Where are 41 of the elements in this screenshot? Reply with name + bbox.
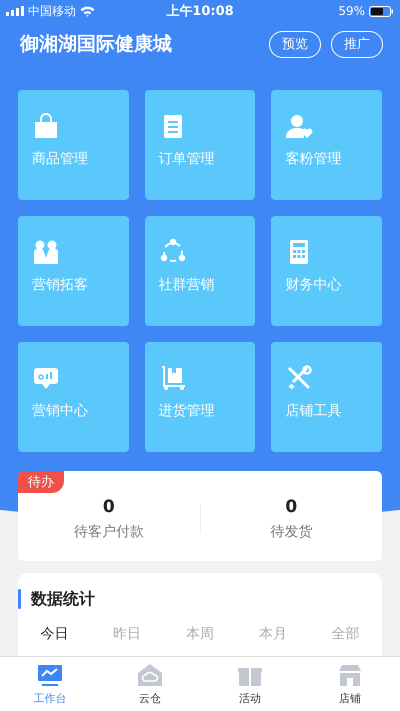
status-time: 上午10:08: [166, 3, 234, 20]
period-tab[interactable]: 今日: [40, 625, 68, 643]
menu-tile[interactable]: 客粉管理: [271, 90, 382, 200]
cloud-icon: [137, 662, 163, 686]
header-button[interactable]: 预览: [269, 30, 321, 58]
menu-tile[interactable]: 营销中心: [18, 342, 129, 452]
accent-bar: [18, 589, 21, 609]
todo-badge: 待办: [18, 471, 64, 493]
tab-item[interactable]: 云仓: [100, 657, 200, 711]
todo-label: 待客户付款: [74, 523, 144, 541]
menu-tile[interactable]: 商品管理: [18, 90, 129, 200]
bag-icon: [32, 112, 60, 140]
menu-tile[interactable]: 进货管理: [144, 342, 256, 452]
header-button[interactable]: 推广: [331, 30, 383, 58]
todo-count: 0: [285, 497, 298, 517]
period-tab[interactable]: 本周: [186, 625, 214, 643]
chart-icon: [37, 662, 63, 686]
battery-icon: [368, 6, 394, 16]
stats-title: 数据统计: [31, 588, 95, 610]
period-tab[interactable]: 全部: [332, 625, 360, 643]
todo-count: 0: [102, 497, 115, 517]
period-tab[interactable]: 本月: [258, 625, 287, 643]
menu-tile[interactable]: 社群营销: [144, 216, 256, 326]
people-icon: [32, 238, 60, 266]
tab-item[interactable]: 工作台: [0, 657, 100, 711]
user-heart-icon: [285, 112, 314, 140]
wifi-icon: [80, 6, 95, 16]
menu-tile[interactable]: 店铺工具: [271, 342, 382, 452]
todo-label: 待发货: [270, 523, 312, 541]
tab-item[interactable]: 店铺: [300, 657, 400, 711]
menu-tile[interactable]: 订单管理: [144, 90, 256, 200]
store-title: 御湘湖国际健康城: [20, 32, 172, 57]
menu-tile[interactable]: 营销拓客: [18, 216, 129, 326]
carrier-name: 中国移动: [28, 2, 76, 20]
store-icon: [337, 662, 363, 686]
period-tab[interactable]: 昨日: [113, 625, 142, 643]
menu-tile[interactable]: 财务中心: [271, 216, 382, 326]
signal-icon: [6, 6, 24, 16]
tab-item[interactable]: 活动: [200, 657, 300, 711]
tools-icon: [285, 364, 314, 392]
battery-percent: 59%: [338, 4, 365, 18]
